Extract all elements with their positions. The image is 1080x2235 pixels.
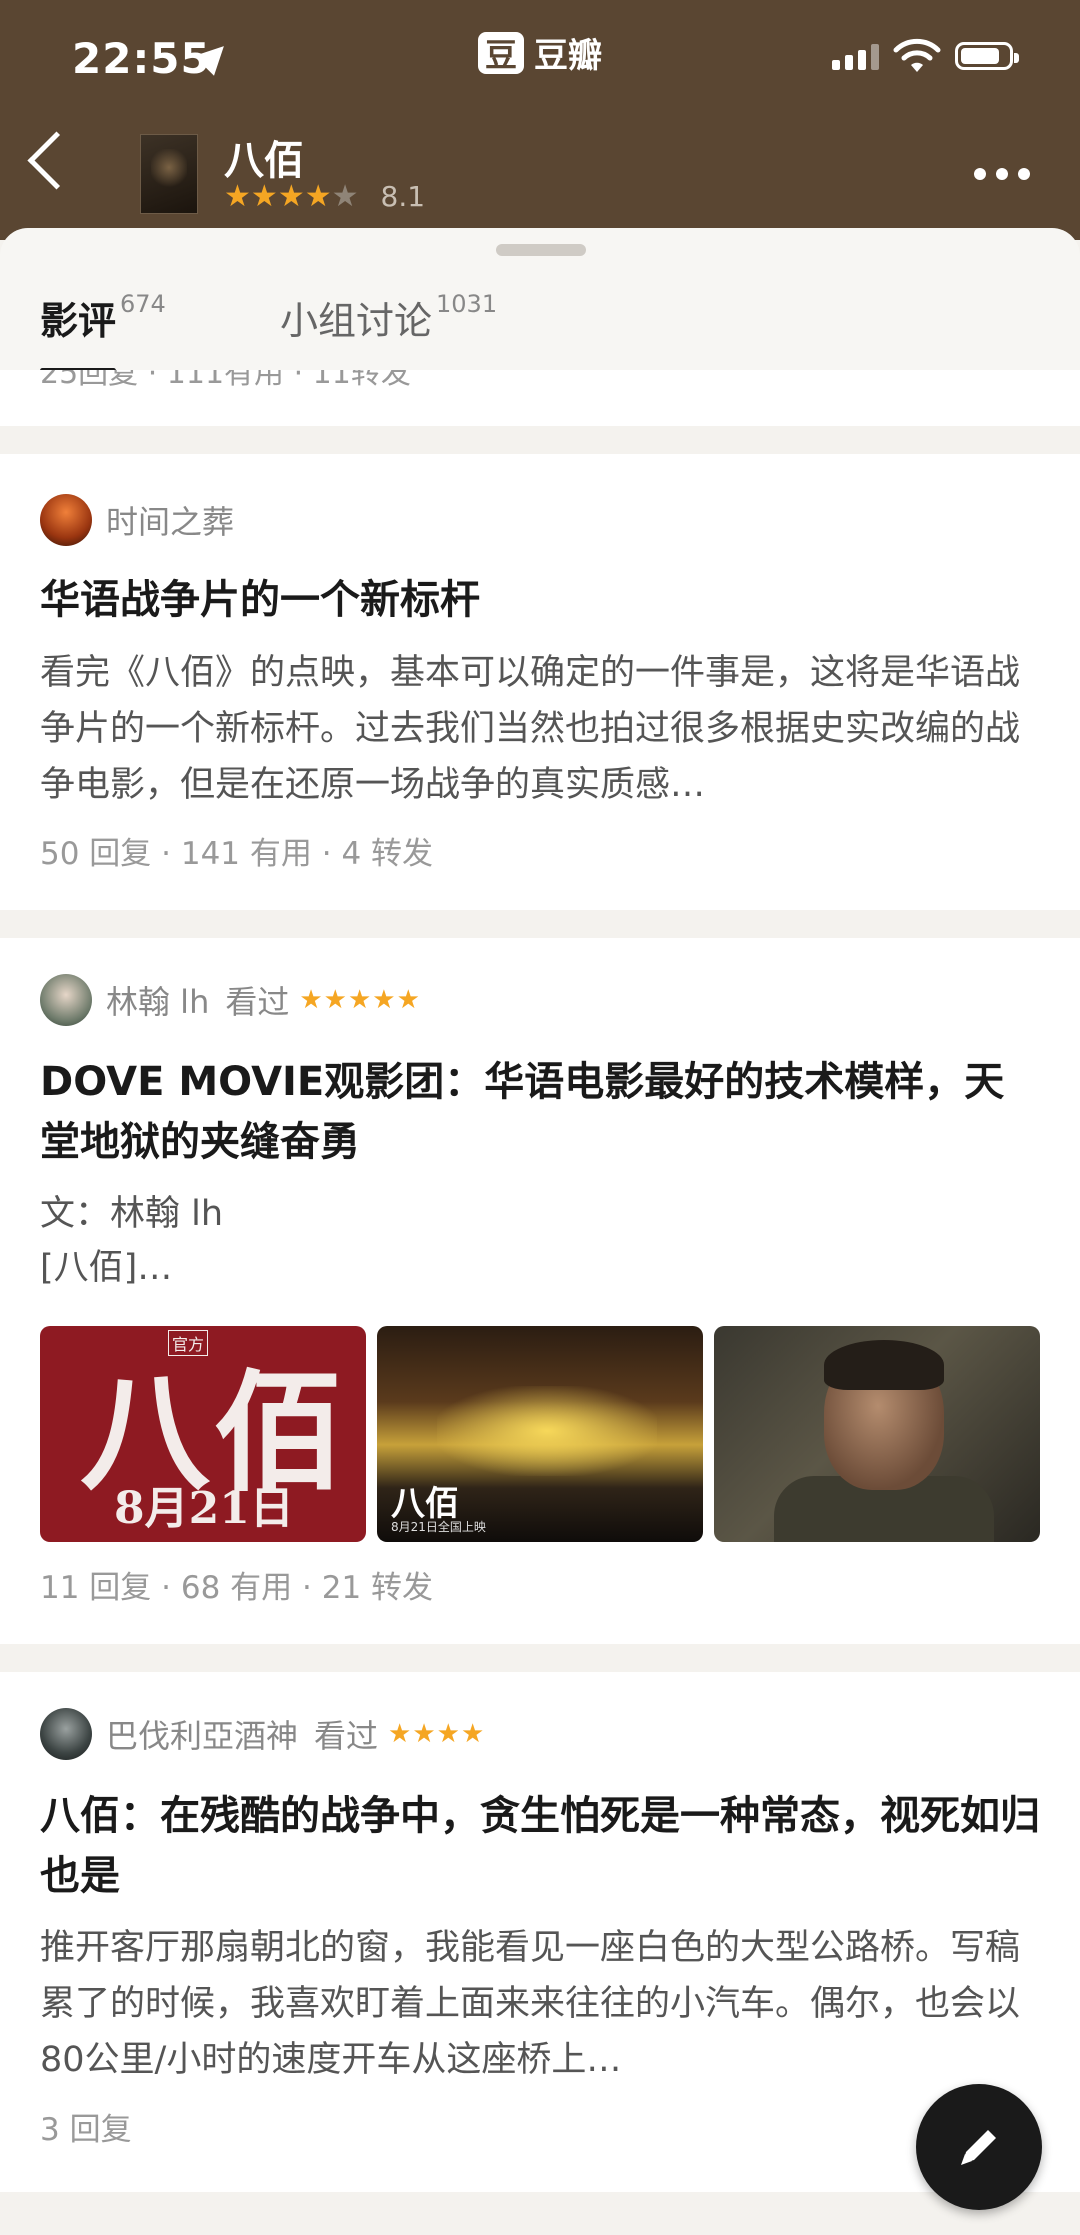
review-excerpt-line[interactable]: 文：林翰 lh xyxy=(40,1186,1050,1242)
review-image-scene[interactable]: 八佰 8月21日全国上映 xyxy=(377,1326,703,1542)
review-image-poster[interactable]: 官方 八佰 8月21日 xyxy=(40,1326,366,1542)
author-name[interactable]: 巴伐利亞酒神 xyxy=(106,1711,298,1757)
tab-groups-count: 1031 xyxy=(436,290,498,318)
review-author[interactable]: 林翰 lh 看过 ★★★★★ xyxy=(40,974,421,1026)
compose-button[interactable] xyxy=(916,2084,1042,2210)
movie-poster-thumbnail[interactable] xyxy=(140,134,198,214)
app-brand: 豆 豆瓣 xyxy=(478,28,602,77)
watched-label: 看过 xyxy=(225,983,290,1021)
poster-subtitle-text: 8月21日全国上映 xyxy=(391,1520,486,1534)
avatar[interactable] xyxy=(40,494,92,546)
review-excerpt-line[interactable]: [八佰]… xyxy=(40,1240,1050,1296)
tab-reviews-count: 674 xyxy=(120,290,166,318)
douban-logo-icon: 豆 xyxy=(478,31,524,74)
review-title[interactable]: DOVE MOVIE观影团：华语电影最好的技术模样，天堂地狱的夹缝奋勇 xyxy=(40,1052,1040,1172)
pencil-icon xyxy=(961,2130,996,2165)
author-name[interactable]: 时间之葬 xyxy=(106,497,234,543)
review-card[interactable]: 巴伐利亞酒神 看过 ★★★★ 八佰：在残酷的战争中，贪生怕死是一种常态，视死如归… xyxy=(0,1672,1080,2192)
sheet-grabber[interactable] xyxy=(496,244,586,256)
review-stats: 3 回复 xyxy=(40,2112,132,2148)
still-hair xyxy=(824,1340,944,1390)
tab-reviews[interactable]: 影评 674 xyxy=(40,290,166,345)
review-author[interactable]: 时间之葬 xyxy=(40,494,234,546)
more-options-icon[interactable] xyxy=(974,168,1030,180)
star-icon: ★ xyxy=(250,178,278,214)
poster-date-text: 8月21日 xyxy=(114,1483,294,1534)
status-time: 22:55 xyxy=(72,34,211,83)
cellular-signal-icon xyxy=(832,44,879,70)
star-icon: ★ xyxy=(224,178,251,214)
tab-groups-label: 小组讨论 xyxy=(280,299,433,343)
back-arrow-icon[interactable] xyxy=(27,131,86,190)
previous-card-remnant: 25回复 · 111有用 · 11转发 xyxy=(0,370,1080,426)
review-excerpt[interactable]: 推开客厅那扇朝北的窗，我能看见一座白色的大型公路桥。写稿累了的时候，我喜欢盯着上… xyxy=(40,1920,1050,2088)
previous-card-meta: 25回复 · 111有用 · 11转发 xyxy=(40,370,411,391)
user-rating-stars: ★★★★★ xyxy=(299,985,421,1015)
star-icon: ★ xyxy=(277,178,305,214)
author-name[interactable]: 林翰 lh xyxy=(106,977,209,1023)
review-card[interactable]: 时间之葬 华语战争片的一个新标杆 看完《八佰》的点映，基本可以确定的一件事是，这… xyxy=(0,454,1080,910)
review-stats: 11 回复 · 68 有用 · 21 转发 xyxy=(40,1570,434,1606)
star-empty-icon: ★ xyxy=(331,178,359,214)
tab-group-discussions[interactable]: 小组讨论 1031 xyxy=(280,290,497,345)
review-author[interactable]: 巴伐利亞酒神 看过 ★★★★ xyxy=(40,1708,485,1760)
app-header: 22:55 豆 豆瓣 八佰 ★ ★ ★ ★ ★ 8.1 xyxy=(0,0,1080,240)
review-title[interactable]: 华语战争片的一个新标杆 xyxy=(40,570,1040,630)
review-excerpt[interactable]: 看完《八佰》的点映，基本可以确定的一件事是，这将是华语战争片的一个新标杆。过去我… xyxy=(40,645,1050,813)
wifi-icon xyxy=(893,38,941,72)
movie-rating: ★ ★ ★ ★ ★ 8.1 xyxy=(224,180,425,213)
review-image-still[interactable] xyxy=(714,1326,1040,1542)
star-icon: ★ xyxy=(304,178,332,214)
watched-label: 看过 xyxy=(314,1717,379,1755)
user-rating-stars: ★★★★ xyxy=(388,1719,486,1749)
avatar[interactable] xyxy=(40,1708,92,1760)
review-title[interactable]: 八佰：在残酷的战争中，贪生怕死是一种常态，视死如归也是 xyxy=(40,1786,1040,1906)
review-stats: 50 回复 · 141 有用 · 4 转发 xyxy=(40,836,434,872)
scene-lights xyxy=(437,1386,657,1476)
tab-bar: 影评 674 小组讨论 1031 xyxy=(0,228,1080,373)
movie-title[interactable]: 八佰 xyxy=(224,128,304,186)
rating-score: 8.1 xyxy=(380,180,426,213)
battery-icon xyxy=(955,42,1019,70)
avatar[interactable] xyxy=(40,974,92,1026)
app-brand-name: 豆瓣 xyxy=(534,36,602,76)
tab-reviews-label: 影评 xyxy=(40,299,117,343)
